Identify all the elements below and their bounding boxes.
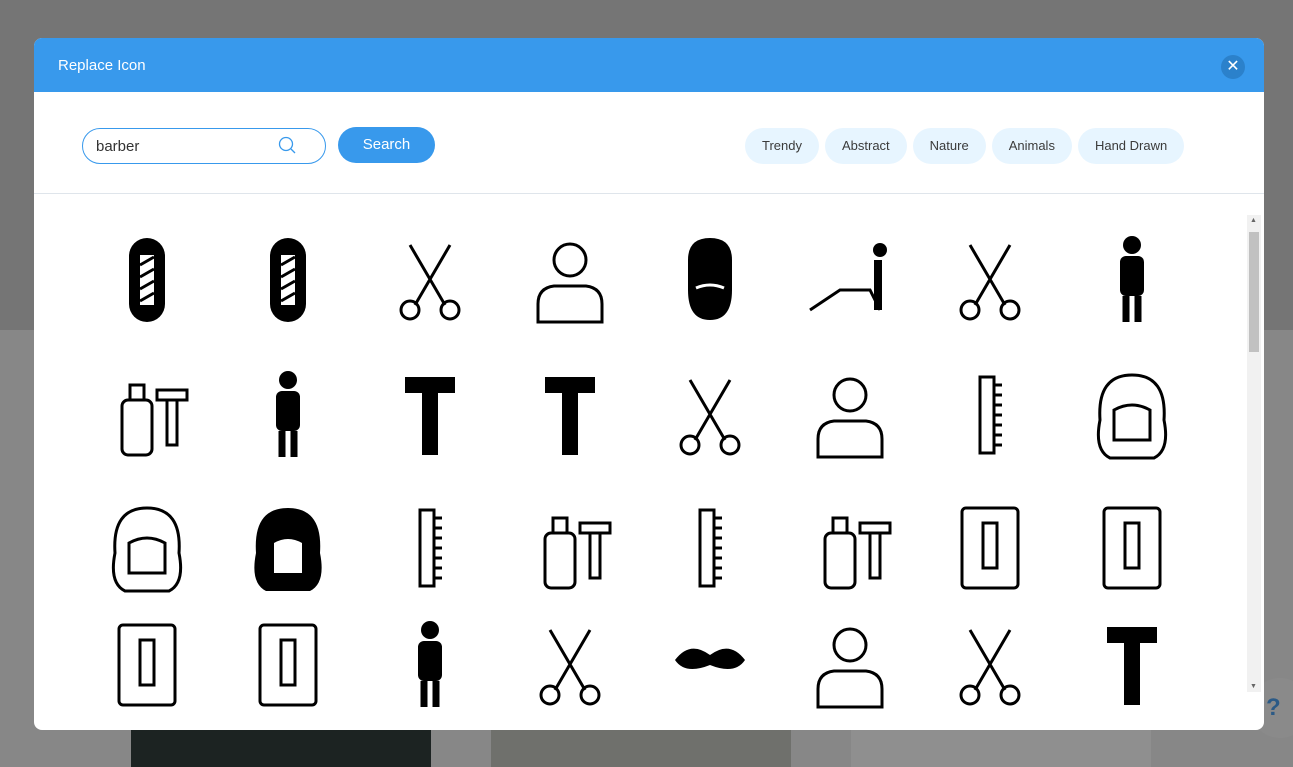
foam-razor-icon[interactable] <box>520 498 620 598</box>
safety-razor-icon[interactable] <box>380 365 480 465</box>
comb-scissors-thin-icon[interactable] <box>380 498 480 598</box>
barber-pole-tablet-icon[interactable] <box>1082 498 1182 598</box>
comb-scissors-icon[interactable] <box>660 365 760 465</box>
barber-with-tools-icon[interactable] <box>1082 230 1182 330</box>
foam-razor-bold-icon[interactable] <box>800 498 900 598</box>
replace-icon-dialog: Replace Icon ✕ Search Trendy Abstract Na… <box>34 38 1264 730</box>
straight-razor-icon[interactable] <box>520 365 620 465</box>
barber-pole-hanging-icon[interactable] <box>238 615 338 715</box>
tag-hand-drawn[interactable]: Hand Drawn <box>1077 128 1185 164</box>
comb-icon[interactable] <box>940 365 1040 465</box>
dialog-title: Replace Icon <box>58 57 146 74</box>
category-tags: Trendy Abstract Nature Animals Hand Draw… <box>745 128 1185 164</box>
search-toolbar: Search Trendy Abstract Nature Animals Ha… <box>34 92 1264 194</box>
straight-razor-vertical-icon[interactable] <box>1082 615 1182 715</box>
scissors-comb-filled-icon[interactable] <box>520 615 620 715</box>
person-haircut-icon[interactable] <box>380 615 480 715</box>
background-card <box>851 730 1151 767</box>
barber-pole-badge-2-icon[interactable] <box>238 230 338 330</box>
woman-hair-outline-icon[interactable] <box>1082 365 1182 465</box>
tag-animals[interactable]: Animals <box>991 128 1072 164</box>
close-icon[interactable]: ✕ <box>1221 55 1245 79</box>
tag-trendy[interactable]: Trendy <box>745 128 819 164</box>
barber-person-icon[interactable] <box>238 365 338 465</box>
dialog-header: Replace Icon ✕ <box>34 38 1264 92</box>
woman-hair-filled-icon[interactable] <box>238 498 338 598</box>
scrollbar-thumb[interactable] <box>1249 232 1259 352</box>
man-portrait-icon[interactable] <box>520 230 620 330</box>
barber-pole-clipboard-icon[interactable] <box>940 498 1040 598</box>
man-portrait-sketch-icon[interactable] <box>800 615 900 715</box>
bearded-man-icon[interactable] <box>660 230 760 330</box>
comb-scissors-razor-icon[interactable] <box>380 230 480 330</box>
mustache-icon[interactable] <box>660 615 760 715</box>
man-haircut-cape-icon[interactable] <box>800 365 900 465</box>
tag-abstract[interactable]: Abstract <box>824 128 907 164</box>
background-card <box>491 730 791 767</box>
perfume-shaving-brush-icon[interactable] <box>97 365 197 465</box>
scrollbar[interactable]: ▲ ▼ <box>1247 215 1261 692</box>
search-icon[interactable] <box>278 136 298 156</box>
scissors-comb-diagonal-icon[interactable] <box>940 615 1040 715</box>
barber-pole-sign-icon[interactable] <box>97 615 197 715</box>
barber-pole-badge-icon[interactable] <box>97 230 197 330</box>
comb-scissors-bold-icon[interactable] <box>660 498 760 598</box>
tag-nature[interactable]: Nature <box>912 128 986 164</box>
barber-chair-client-icon[interactable] <box>800 230 900 330</box>
icon-grid <box>34 195 1246 730</box>
comb-scissors-outline-icon[interactable] <box>940 230 1040 330</box>
background-card <box>131 730 431 767</box>
search-button[interactable]: Search <box>338 127 435 163</box>
woman-hair-outline-2-icon[interactable] <box>97 498 197 598</box>
